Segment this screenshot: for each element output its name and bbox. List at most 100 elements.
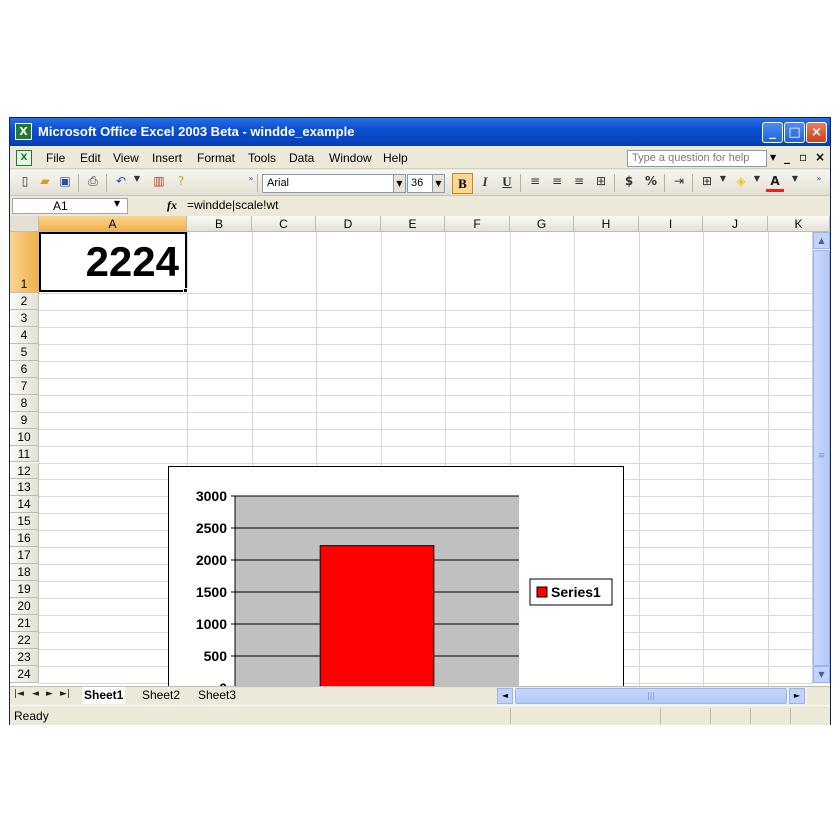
column-header-k[interactable]: K <box>768 216 830 232</box>
row-header-16[interactable]: 16 <box>10 530 39 548</box>
title-bar[interactable]: X Microsoft Office Excel 2003 Beta - win… <box>10 118 830 146</box>
row-header-4[interactable]: 4 <box>10 326 39 344</box>
percent-button[interactable]: % <box>642 174 660 192</box>
save-icon[interactable]: ▣ <box>56 174 74 192</box>
column-header-e[interactable]: E <box>381 216 445 232</box>
merge-center-icon[interactable]: ⊞ <box>592 174 610 192</box>
menu-edit[interactable]: Edit <box>80 151 101 165</box>
font-size-select[interactable]: 36 <box>407 174 433 193</box>
column-header-f[interactable]: F <box>445 216 510 232</box>
formula-input[interactable]: =windde|scale!wt <box>187 198 279 212</box>
toolbar-options-icon[interactable]: » <box>810 174 828 192</box>
name-box[interactable]: A1 <box>12 198 128 214</box>
menu-file[interactable]: File <box>46 151 65 165</box>
row-header-2[interactable]: 2 <box>10 293 39 310</box>
borders-dropdown-icon[interactable]: ▼ <box>714 174 732 192</box>
column-header-j[interactable]: J <box>703 216 768 232</box>
font-dropdown-icon[interactable]: ▼ <box>393 174 406 193</box>
fill-handle[interactable] <box>183 288 188 293</box>
tab-sheet1[interactable]: Sheet1 <box>82 687 126 704</box>
help-dropdown-icon[interactable]: ▼ <box>770 153 776 162</box>
row-header-9[interactable]: 9 <box>10 411 39 429</box>
font-name-select[interactable]: Arial <box>262 174 394 193</box>
open-icon[interactable]: ▰ <box>36 174 54 192</box>
prev-sheet-icon[interactable]: ◄ <box>32 689 39 699</box>
column-header-c[interactable]: C <box>252 216 316 232</box>
undo-dropdown-icon[interactable]: ▼ <box>128 174 146 192</box>
align-right-icon[interactable]: ≡ <box>570 174 588 192</box>
doc-close-button[interactable]: × <box>815 150 825 164</box>
scroll-down-icon[interactable]: ▼ <box>813 666 830 683</box>
row-header-17[interactable]: 17 <box>10 547 39 565</box>
align-center-icon[interactable]: ≡ <box>548 174 566 192</box>
column-header-g[interactable]: G <box>510 216 574 232</box>
name-box-dropdown-icon[interactable]: ▼ <box>114 199 120 208</box>
insert-function-icon[interactable]: fx <box>167 198 177 213</box>
close-button[interactable]: × <box>806 122 827 143</box>
help-search-input[interactable]: Type a question for help <box>627 150 767 167</box>
menu-data[interactable]: Data <box>289 151 314 165</box>
tab-sheet3[interactable]: Sheet3 <box>196 687 238 704</box>
scroll-left-icon[interactable]: ◄ <box>497 688 513 704</box>
currency-button[interactable]: $ <box>620 174 638 192</box>
workbook-icon[interactable]: X <box>16 150 32 166</box>
embedded-chart[interactable]: 0500100015002000250030001Series1 <box>168 466 624 686</box>
scroll-up-icon[interactable]: ▲ <box>813 232 830 249</box>
menu-view[interactable]: View <box>113 151 139 165</box>
row-header-7[interactable]: 7 <box>10 377 39 395</box>
row-header-1[interactable]: 1 <box>10 232 39 293</box>
worksheet-grid[interactable]: A B C D E F G H I J K 1 2 3 4 5 6 7 8 9 10 11 12 13 1… <box>10 216 830 686</box>
maximize-button[interactable]: □ <box>784 122 805 143</box>
next-sheet-icon[interactable]: ► <box>46 689 53 699</box>
row-header-18[interactable]: 18 <box>10 564 39 582</box>
row-header-21[interactable]: 21 <box>10 615 39 632</box>
row-header-8[interactable]: 8 <box>10 394 39 412</box>
row-header-15[interactable]: 15 <box>10 513 39 531</box>
row-header-5[interactable]: 5 <box>10 343 39 361</box>
row-header-3[interactable]: 3 <box>10 309 39 327</box>
scroll-right-icon[interactable]: ► <box>789 688 805 704</box>
minimize-button[interactable]: _ <box>762 122 783 143</box>
column-header-d[interactable]: D <box>316 216 381 232</box>
print-icon[interactable]: ⎙ <box>84 174 102 192</box>
first-sheet-icon[interactable]: |◄ <box>14 689 24 699</box>
row-header-22[interactable]: 22 <box>10 632 39 649</box>
font-size-dropdown-icon[interactable]: ▼ <box>432 174 445 193</box>
vertical-scroll-thumb[interactable]: ≡ <box>813 250 830 666</box>
tab-sheet2[interactable]: Sheet2 <box>140 687 182 704</box>
menu-window[interactable]: Window <box>329 151 372 165</box>
doc-minimize-button[interactable]: _ <box>784 150 790 164</box>
menu-insert[interactable]: Insert <box>152 151 182 165</box>
underline-button[interactable]: U <box>498 174 516 192</box>
column-header-h[interactable]: H <box>574 216 639 232</box>
bold-button[interactable]: B <box>452 173 473 194</box>
new-icon[interactable]: ▯ <box>16 174 34 192</box>
last-sheet-icon[interactable]: ►| <box>60 689 70 699</box>
row-header-10[interactable]: 10 <box>10 428 39 446</box>
font-color-button[interactable]: A <box>766 174 784 192</box>
menu-format[interactable]: Format <box>197 151 235 165</box>
chart-wizard-icon[interactable]: ▥ <box>150 174 168 192</box>
row-header-19[interactable]: 19 <box>10 581 39 599</box>
menu-help[interactable]: Help <box>383 151 408 165</box>
selected-cell-a1[interactable]: 2224 <box>39 232 187 292</box>
row-header-14[interactable]: 14 <box>10 496 39 514</box>
select-all-corner[interactable] <box>10 216 39 232</box>
excel-app-icon[interactable]: X <box>15 123 32 140</box>
column-header-a[interactable]: A <box>39 216 187 232</box>
row-header-11[interactable]: 11 <box>10 445 39 463</box>
fill-color-dropdown-icon[interactable]: ▼ <box>748 174 766 192</box>
column-header-i[interactable]: I <box>639 216 703 232</box>
italic-button[interactable]: I <box>476 174 494 192</box>
row-header-13[interactable]: 13 <box>10 479 39 497</box>
row-header-23[interactable]: 23 <box>10 648 39 666</box>
vertical-scrollbar[interactable]: ▲ ≡ ▼ <box>812 232 830 684</box>
help-icon[interactable]: ? <box>172 174 190 192</box>
row-header-20[interactable]: 20 <box>10 598 39 616</box>
indent-icon[interactable]: ⇥ <box>670 174 688 192</box>
horizontal-scrollbar[interactable]: ◄ ||| ► <box>497 688 807 704</box>
row-header-12[interactable]: 12 <box>10 462 39 480</box>
doc-restore-button[interactable]: ▫ <box>799 150 807 164</box>
align-left-icon[interactable]: ≡ <box>526 174 544 192</box>
row-header-24[interactable]: 24 <box>10 665 39 683</box>
